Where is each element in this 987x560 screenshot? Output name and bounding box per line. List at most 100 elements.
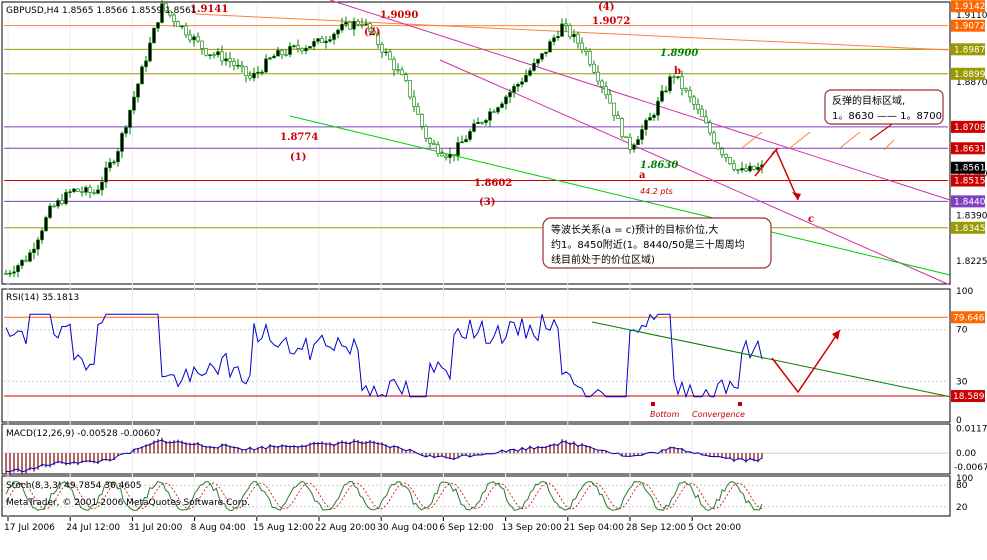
candle-body (68, 191, 72, 193)
candle-body (328, 39, 332, 42)
x-tick-label: 8 Aug 04:00 (191, 523, 246, 533)
candle-body (568, 25, 572, 37)
candle-body (468, 131, 472, 140)
candle-body (416, 106, 420, 115)
candle-body (704, 116, 708, 124)
candle-body (84, 187, 88, 193)
candle-body (688, 90, 692, 98)
candle-body (276, 50, 280, 57)
candle-body (460, 141, 464, 144)
candle-body (528, 70, 532, 76)
candle-body (748, 165, 752, 172)
wave-label: (3) (479, 197, 495, 208)
candle-body (304, 47, 308, 52)
wave-target-line2: 约1。8450附近(1。8440/50是三十周周均 (551, 238, 745, 251)
candle-body (560, 23, 564, 37)
price-label: 1.8630 (640, 160, 678, 171)
candle-body (320, 38, 324, 43)
main-panel-header: GBPUSD,H4 1.8565 1.8566 1.8559 1.8561 (6, 6, 197, 16)
price-label: 1.9072 (592, 16, 630, 27)
x-tick-label: 28 Sep 12:00 (626, 523, 686, 533)
candle-body (28, 252, 32, 262)
candle-body (224, 58, 228, 62)
candle-body (44, 217, 48, 232)
candle-body (284, 54, 288, 56)
candle-body (684, 88, 688, 91)
candle-body (736, 168, 740, 171)
candle-body (92, 192, 96, 194)
candle-body (744, 168, 748, 172)
candle-body (140, 66, 144, 85)
candle-body (532, 62, 536, 71)
y-tick-label: 1.8225 (956, 257, 987, 267)
price-tag-label: 1.8899 (954, 70, 986, 80)
candle-body (708, 122, 712, 134)
candle-body (100, 181, 104, 191)
candle-body (436, 144, 440, 154)
candle-body (116, 151, 120, 163)
candle-body (56, 200, 60, 207)
candle-body (148, 42, 152, 62)
candle-body (88, 187, 92, 193)
candle-body (556, 36, 560, 39)
candle-body (404, 74, 408, 81)
candle-body (244, 66, 248, 76)
candle-body (752, 165, 756, 170)
x-tick-label: 13 Sep 20:00 (502, 523, 562, 533)
candle-body (144, 60, 148, 68)
copyright-text: MetaTrader, © 2001-2006 MetaQuotes Softw… (6, 498, 250, 508)
candle-body (612, 102, 616, 116)
candle-body (240, 64, 244, 68)
candle-body (380, 44, 384, 53)
candle-body (724, 154, 728, 158)
candle-body (524, 75, 528, 83)
candle-body (340, 24, 344, 31)
candle-body (332, 33, 336, 40)
candle-body (64, 192, 68, 205)
candle-body (112, 161, 116, 164)
candle-body (204, 48, 208, 56)
candle-body (700, 108, 704, 118)
candle-body (220, 51, 224, 62)
candle-body (24, 259, 28, 262)
candle-body (36, 239, 40, 250)
price-tag-label: 1.8440 (954, 197, 986, 207)
price-tag-label: 1.8561 (954, 164, 986, 174)
macd-panel-header: MACD(12,26,9) -0.00528 -0.00607 (6, 429, 161, 439)
main-panel-frame (1, 1, 951, 285)
price-tag-label: 1.8345 (954, 224, 986, 234)
candle-body (132, 96, 136, 111)
candle-body (264, 58, 268, 73)
wave-label: a (639, 170, 646, 181)
candle-body (96, 189, 100, 194)
price-label: 1.9090 (380, 10, 418, 21)
candle-body (216, 51, 220, 56)
candle-body (636, 139, 640, 146)
candle-body (420, 114, 424, 127)
candle-body (484, 120, 488, 123)
candle-body (344, 21, 348, 25)
price-tag-label: 1.8708 (954, 123, 986, 133)
candle-body (628, 136, 632, 150)
price-label: 44.2 pts (640, 187, 673, 196)
candle-body (516, 83, 520, 87)
convergence-label: Convergence (692, 410, 745, 419)
y-tick-label: 1.9110 (956, 11, 987, 21)
candle-body (632, 144, 636, 150)
stoch-panel-header: Stoch(8,3,3) 49.7854 36.4605 (6, 481, 141, 491)
candle-body (428, 138, 432, 144)
candle-body (408, 80, 412, 98)
stoch-tick: 20 (956, 503, 968, 513)
candle-body (72, 188, 76, 192)
candle-body (120, 133, 124, 152)
candle-body (660, 90, 664, 102)
stoch-panel-frame (1, 475, 951, 517)
x-tick-label: 22 Aug 20:00 (315, 523, 376, 533)
wave-target-box: 等波长关系(a = c)预计的目标价位,大 约1。8450附近(1。8440/5… (542, 217, 772, 269)
candle-body (584, 49, 588, 52)
candle-body (268, 57, 272, 60)
candle-body (16, 265, 20, 273)
candle-body (396, 69, 400, 72)
candle-body (536, 58, 540, 64)
candle-body (552, 37, 556, 42)
